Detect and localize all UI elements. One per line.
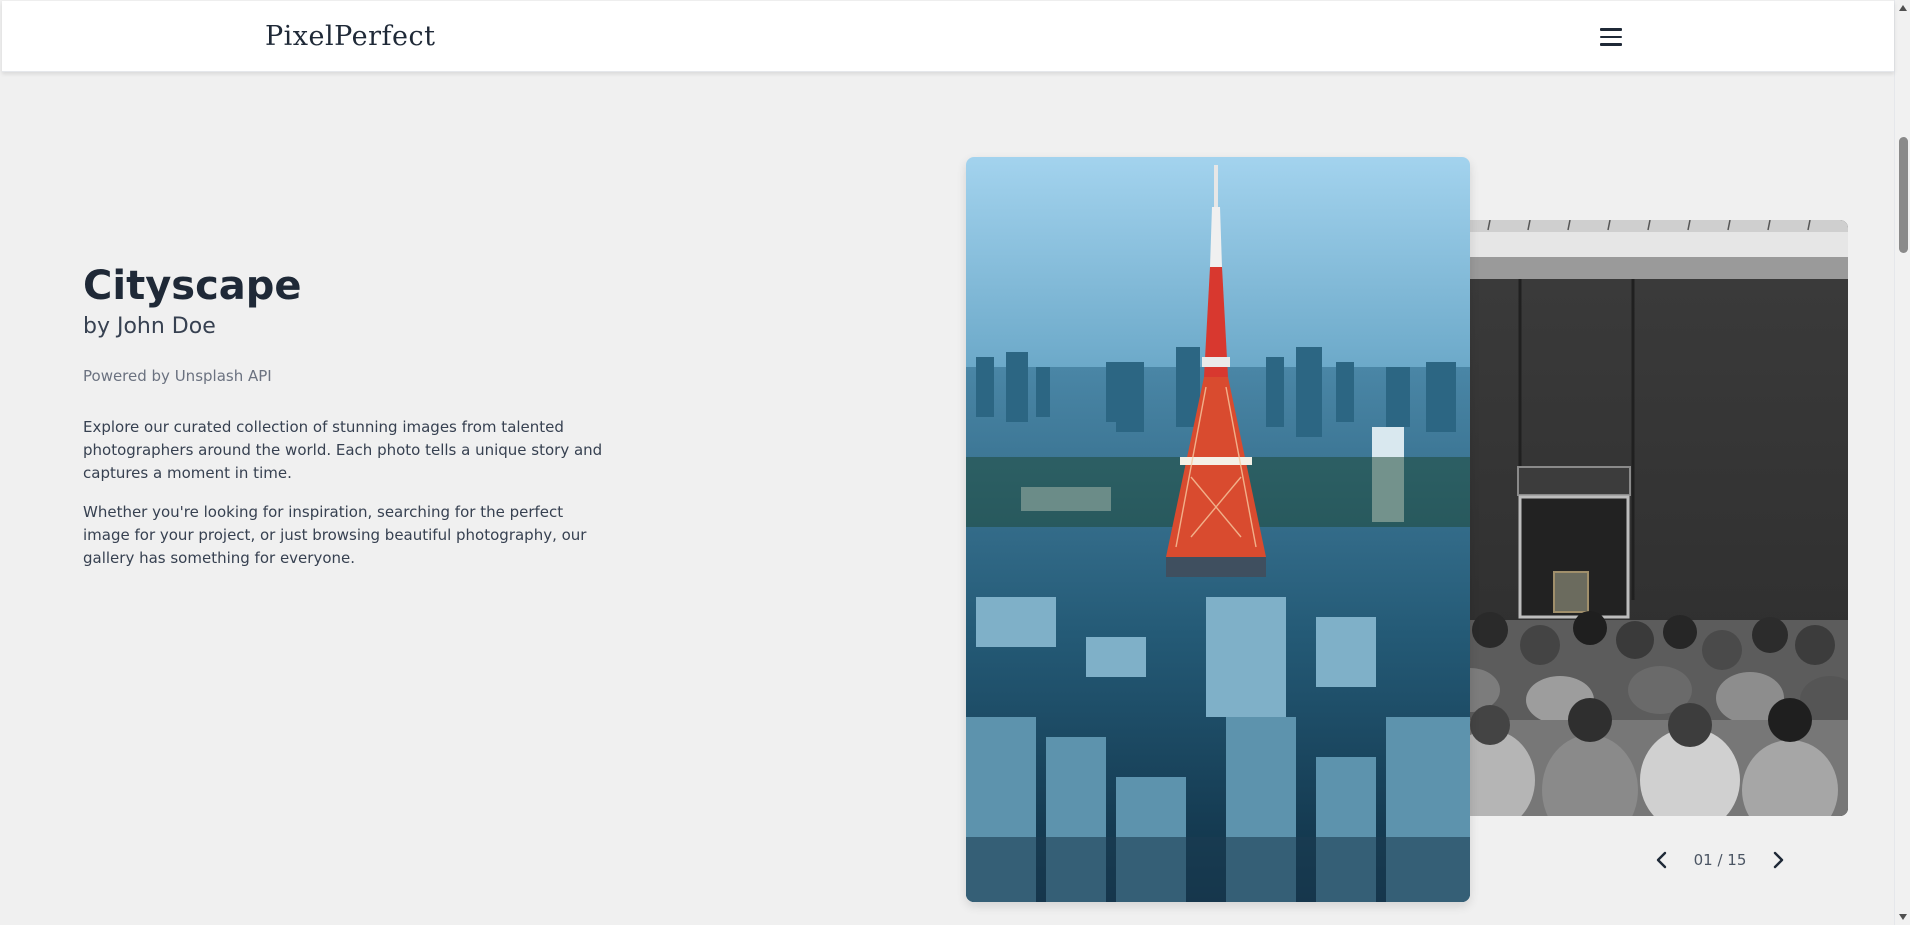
scroll-up-icon[interactable] <box>1898 3 1908 13</box>
next-photo[interactable] <box>1430 220 1848 816</box>
powered-by-text: Powered by Unsplash API <box>83 367 272 385</box>
vertical-scrollbar[interactable] <box>1894 0 1910 925</box>
hamburger-menu-icon[interactable] <box>1597 23 1625 51</box>
current-photo[interactable] <box>966 157 1470 902</box>
scrollbar-thumb[interactable] <box>1899 137 1908 253</box>
scroll-down-icon[interactable] <box>1898 912 1908 922</box>
chevron-left-icon[interactable] <box>1650 848 1674 872</box>
photo-author: by John Doe <box>83 314 216 339</box>
site-logo[interactable]: PixelPerfect <box>265 21 435 52</box>
description-paragraph: Explore our curated collection of stunni… <box>83 418 603 482</box>
photo-title: Cityscape <box>83 263 302 309</box>
photo-info: Cityscape by John Doe Powered by Unsplas… <box>83 262 623 570</box>
site-header: PixelPerfect <box>2 1 1894 72</box>
slide-counter: 01 / 15 <box>1693 851 1747 869</box>
description-paragraph: Whether you're looking for inspiration, … <box>83 503 587 567</box>
gallery-pager: 01 / 15 <box>1650 848 1790 872</box>
chevron-right-icon[interactable] <box>1766 848 1790 872</box>
